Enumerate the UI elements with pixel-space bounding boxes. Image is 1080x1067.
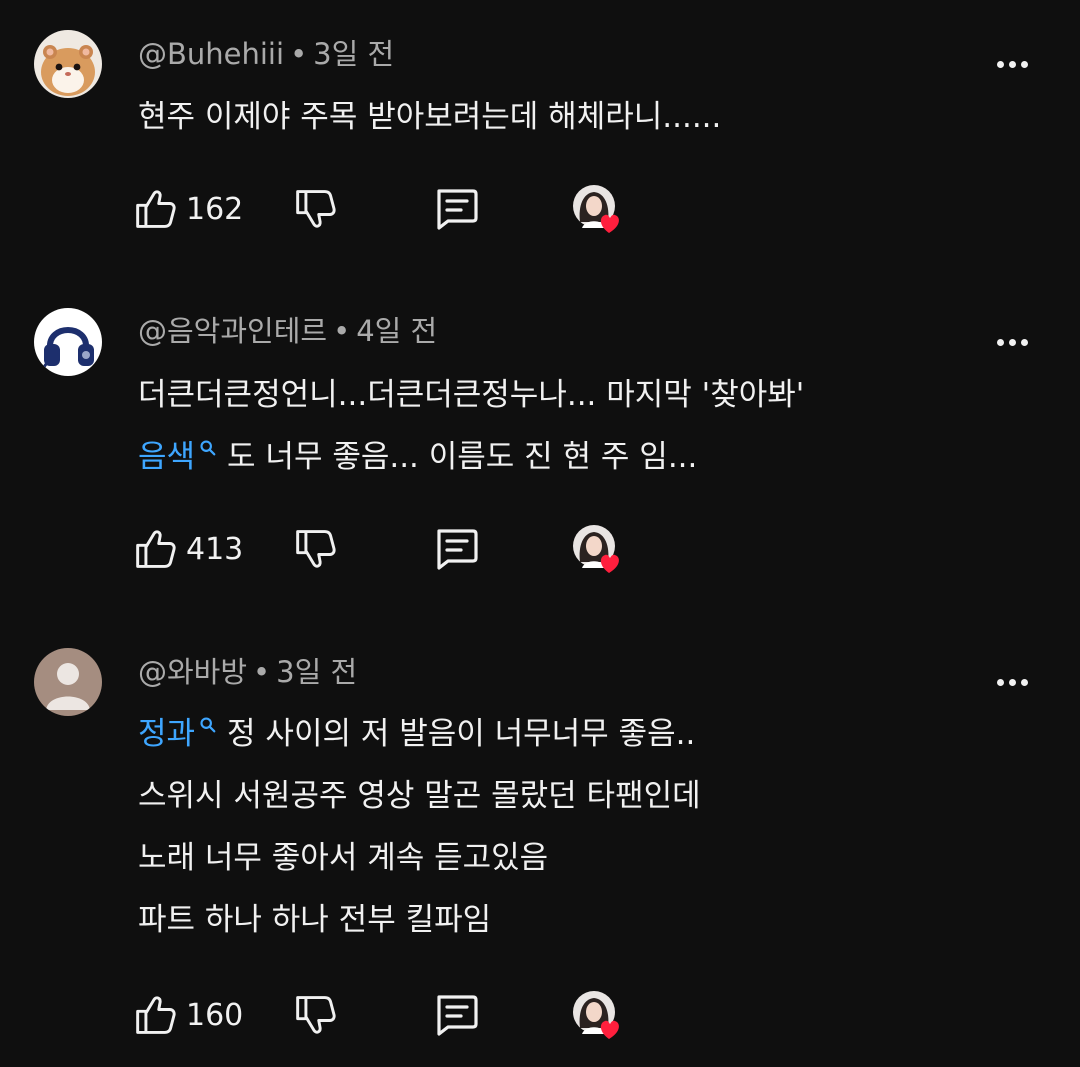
headphones-avatar-icon (34, 308, 102, 376)
hamster-avatar-icon (34, 30, 102, 98)
dot-icon (1008, 60, 1016, 68)
comment-text-line: 정과 정 사이의 저 발음이 너무너무 좋음.. (138, 714, 695, 754)
thumb-down-icon (294, 527, 338, 571)
dislike-button[interactable] (294, 184, 338, 234)
comment-meta: @음악과인테르 • 4일 전 (138, 313, 437, 349)
dot-icon (996, 678, 1004, 686)
comment-actions: 413 (134, 524, 654, 574)
comment-text: 정 사이의 저 발음이 너무너무 좋음.. (227, 716, 696, 752)
creator-heart-icon (572, 184, 624, 236)
thumb-up-icon (134, 993, 178, 1037)
search-icon (199, 716, 217, 734)
avatar[interactable] (34, 648, 102, 716)
comment-time: 4일 전 (356, 314, 438, 348)
like-count: 162 (186, 191, 244, 227)
dislike-button[interactable] (294, 990, 338, 1040)
author-name[interactable]: @와바방 (138, 655, 247, 689)
like-button[interactable]: 162 (134, 184, 243, 234)
reply-button[interactable] (432, 990, 480, 1040)
comment-text-line: 스위시 서원공주 영상 말곤 몰랐던 타팬인데 (138, 778, 701, 814)
dot-icon (1020, 60, 1028, 68)
dot-icon (996, 60, 1004, 68)
comment-text-line: 더큰더큰정언니...더큰더큰정누나... 마지막 '찾아봐' (138, 377, 805, 413)
default-avatar-icon (34, 648, 102, 716)
meta-separator: • (290, 37, 308, 71)
meta-separator: • (333, 314, 351, 348)
comment-actions: 160 (134, 990, 654, 1040)
reply-button[interactable] (432, 524, 480, 574)
dot-icon (1020, 678, 1028, 686)
comment-text: 도 너무 좋음... 이름도 진 현 주 임... (227, 439, 698, 475)
thumb-up-icon (134, 187, 178, 231)
search-tag-link[interactable]: 음색 (138, 439, 195, 475)
dot-icon (1020, 338, 1028, 346)
reply-button[interactable] (432, 184, 480, 234)
avatar[interactable] (34, 30, 102, 98)
search-tag-link[interactable]: 정과 (138, 716, 195, 752)
avatar[interactable] (34, 308, 102, 376)
creator-heart-icon (572, 990, 624, 1042)
reply-icon (432, 525, 480, 573)
dot-icon (1008, 338, 1016, 346)
like-button[interactable]: 413 (134, 524, 243, 574)
search-icon (199, 439, 217, 457)
comment-text-line: 음색 도 너무 좋음... 이름도 진 현 주 임... (138, 437, 697, 477)
dislike-button[interactable] (294, 524, 338, 574)
like-button[interactable]: 160 (134, 990, 243, 1040)
comment-actions: 162 (134, 184, 654, 234)
reply-icon (432, 991, 480, 1039)
author-name[interactable]: @Buhehiii (138, 37, 284, 71)
like-count: 413 (186, 531, 244, 567)
like-count: 160 (186, 997, 244, 1033)
comment-time: 3일 전 (313, 37, 395, 71)
creator-heart-icon (572, 524, 624, 576)
comment-text-line: 현주 이제야 주목 받아보려는데 해체라니...... (138, 99, 722, 135)
thumb-up-icon (134, 527, 178, 571)
dot-icon (1008, 678, 1016, 686)
reply-icon (432, 185, 480, 233)
more-options-button[interactable] (992, 662, 1032, 702)
thumb-down-icon (294, 993, 338, 1037)
meta-separator: • (253, 655, 271, 689)
more-options-button[interactable] (992, 44, 1032, 84)
comment-text-line: 파트 하나 하나 전부 킬파임 (138, 902, 492, 938)
thumb-down-icon (294, 187, 338, 231)
more-options-button[interactable] (992, 322, 1032, 362)
dot-icon (996, 338, 1004, 346)
author-name[interactable]: @음악과인테르 (138, 314, 327, 348)
comment-time: 3일 전 (276, 655, 358, 689)
comment-meta: @와바방 • 3일 전 (138, 654, 357, 690)
comment-meta: @Buhehiii • 3일 전 (138, 36, 394, 72)
comment-text-line: 노래 너무 좋아서 계속 듣고있음 (138, 840, 549, 876)
